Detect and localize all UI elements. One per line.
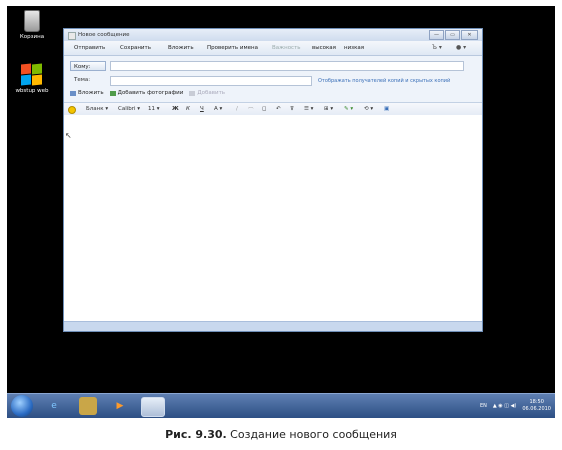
recycle-bin-icon [24, 10, 40, 32]
windows-logo-icon [21, 63, 43, 86]
figure-number: Рис. 9.30. [165, 428, 227, 441]
system-tray: EN ▲ ◉ ◫ ◀) 18:50 06.06.2010 [480, 396, 551, 416]
to-button[interactable]: Кому: [70, 61, 106, 71]
recycle-bin-desktop-icon[interactable]: Корзина [7, 10, 57, 40]
font-family-dropdown[interactable]: Calibri ▾ [118, 106, 140, 112]
send-button[interactable]: Отправить [74, 45, 105, 51]
bold-button[interactable]: Ж [172, 106, 179, 112]
title-bar[interactable]: Новое сообщение — ▭ ✕ [64, 29, 482, 41]
window-title: Новое сообщение [78, 32, 130, 38]
paragraph-dropdown[interactable]: ⊞ ▾ [324, 106, 333, 112]
explorer-folder-icon[interactable] [79, 397, 97, 415]
check-names-button[interactable]: Проверить имена [207, 45, 258, 51]
recycle-bin-label: Корзина [19, 34, 45, 40]
taskbar: e ▶ EN ▲ ◉ ◫ ◀) 18:50 06.06.2010 [7, 393, 555, 418]
windows-setup-label: wbstup web [15, 88, 49, 94]
disabled-icon [189, 90, 196, 96]
clock-time: 18:50 [529, 399, 544, 405]
help-menu-icon[interactable]: ● ▾ [456, 44, 466, 51]
subject-label: Тема: [74, 77, 91, 83]
attach-bar: Вложить Добавить фотографии Добавить [70, 90, 225, 96]
close-button[interactable]: ✕ [461, 30, 478, 40]
importance-label: Важность [272, 45, 301, 51]
figure-title: Создание нового сообщения [226, 428, 397, 441]
window-icon [68, 32, 76, 40]
font-size-dropdown[interactable]: 11 ▾ [148, 106, 160, 112]
windows-setup-desktop-icon[interactable]: wbstup web [7, 63, 57, 94]
rotate-dropdown[interactable]: ⟲ ▾ [364, 106, 373, 112]
clock[interactable]: 18:50 06.06.2010 [522, 399, 551, 413]
photo-icon [109, 90, 116, 96]
attach-button[interactable]: Вложить [168, 45, 194, 51]
add-photos-button[interactable]: Добавить фотографии [109, 90, 183, 96]
message-headers: Кому: Тема: Отображать получателей копий… [64, 56, 482, 103]
command-bar: Отправить Сохранить Вложить Проверить им… [64, 41, 482, 56]
add-disabled-button: Добавить [189, 90, 225, 96]
format-painter-icon[interactable]: ∕ [236, 106, 238, 112]
link-icon[interactable]: ⌒ [248, 106, 254, 114]
internet-explorer-icon[interactable]: e [45, 397, 63, 415]
attach-file-button[interactable]: Вложить [70, 90, 104, 96]
paperclip-icon [70, 90, 76, 96]
mouse-cursor-icon: ↖ [65, 131, 72, 140]
list-dropdown[interactable]: ☰ ▾ [304, 106, 313, 112]
mail-window-taskbar-button[interactable] [141, 397, 165, 417]
high-importance-button[interactable]: высокая [312, 45, 336, 51]
undo-icon[interactable]: ↶ [276, 106, 281, 112]
emoticon-icon[interactable] [68, 106, 76, 114]
picture-icon[interactable]: ◻ [262, 106, 267, 112]
status-bar [64, 321, 482, 331]
start-button[interactable] [11, 395, 33, 417]
figure-caption: Рис. 9.30. Создание нового сообщения [0, 428, 562, 441]
options-menu-icon[interactable]: Ъ ▾ [432, 44, 442, 51]
media-player-icon[interactable]: ▶ [111, 397, 129, 415]
font-color-button[interactable]: А ▾ [214, 106, 222, 112]
to-input[interactable] [110, 61, 464, 71]
low-importance-button[interactable]: низкая [344, 45, 364, 51]
tray-icons[interactable]: ▲ ◉ ◫ ◀) [493, 403, 517, 409]
show-cc-bcc-link[interactable]: Отображать получателей копий и скрытых к… [318, 78, 450, 84]
clock-date: 06.06.2010 [522, 406, 551, 412]
stationery-dropdown[interactable]: Бланк ▾ [86, 106, 108, 112]
save-button[interactable]: Сохранить [120, 45, 151, 51]
italic-button[interactable]: К [186, 106, 190, 112]
maximize-button[interactable]: ▭ [445, 30, 460, 40]
underline-button[interactable]: Ч [200, 106, 204, 112]
highlight-dropdown[interactable]: ✎ ▾ [344, 106, 353, 112]
subject-input[interactable] [110, 76, 312, 86]
insert-icon[interactable]: ▣ [384, 106, 389, 112]
spelling-icon[interactable]: ⊽ [290, 106, 294, 112]
new-message-window: Новое сообщение — ▭ ✕ Отправить Сохранит… [63, 28, 483, 332]
minimize-button[interactable]: — [429, 30, 444, 40]
message-body-editor[interactable]: ↖ [64, 115, 482, 323]
language-indicator[interactable]: EN [480, 403, 487, 409]
screenshot: Корзина wbstup web Новое сообщение — ▭ ✕… [7, 6, 555, 418]
